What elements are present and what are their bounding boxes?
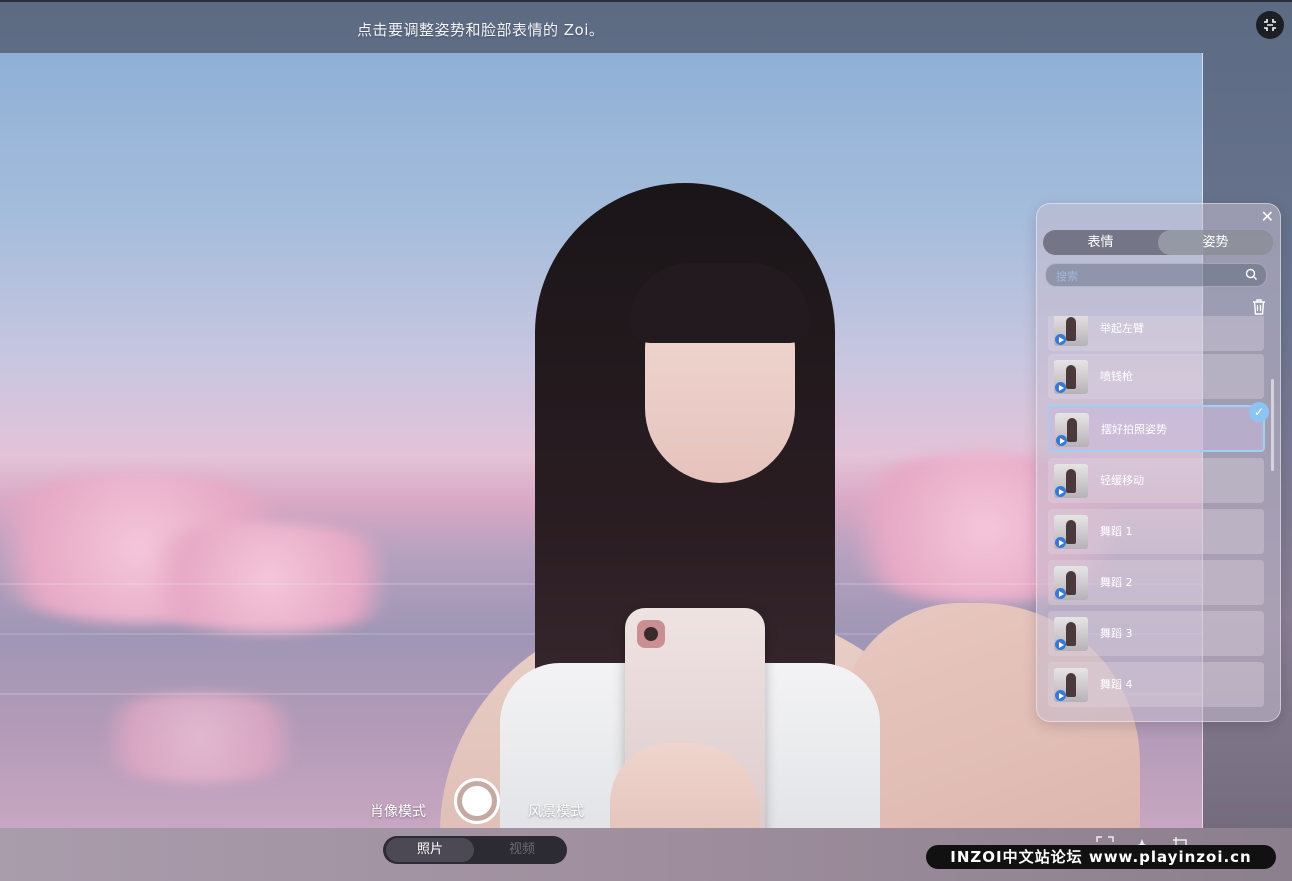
cloud-reflection [80,693,320,783]
list-item[interactable]: 舞蹈 2 [1048,560,1264,605]
pose-thumbnail [1054,668,1088,702]
tab-photo[interactable]: 照片 [386,838,474,862]
list-item[interactable]: 舞蹈 3 [1048,611,1264,656]
pose-thumbnail [1055,413,1089,447]
play-icon[interactable] [1055,537,1066,548]
list-item[interactable]: 轻缓移动 [1048,458,1264,503]
shrink-icon [1264,19,1276,31]
pose-label: 舞蹈 2 [1100,576,1133,589]
pose-thumbnail [1054,566,1088,600]
media-toggle[interactable]: 照片 视频 [383,836,567,864]
list-item-selected[interactable]: 摆好拍照姿势 [1048,405,1265,452]
play-icon[interactable] [1055,588,1066,599]
camera-viewport[interactable] [0,53,1203,828]
tab-pose[interactable]: 姿势 [1158,230,1273,255]
pose-thumbnail [1054,316,1088,346]
pose-label: 舞蹈 1 [1100,525,1133,538]
pose-label: 舞蹈 3 [1100,627,1133,640]
list-scrollbar[interactable] [1271,379,1274,471]
list-item[interactable]: 喷钱枪 [1048,354,1264,399]
search-icon[interactable] [1245,268,1258,281]
tab-expression[interactable]: 表情 [1043,230,1158,255]
search-input[interactable] [1054,266,1238,286]
pose-thumbnail [1054,464,1088,498]
play-icon[interactable] [1055,382,1066,393]
pose-label: 摆好拍照姿势 [1101,423,1167,436]
pose-thumbnail [1054,617,1088,651]
landscape-mode-label[interactable]: 风景模式 [528,801,584,821]
pose-panel: ✕ 表情 姿势 举起左臂 喷钱枪 摆好拍照姿势 轻缓移动 [1036,203,1281,722]
play-icon[interactable] [1056,435,1067,446]
play-icon[interactable] [1055,690,1066,701]
pose-label: 舞蹈 4 [1100,678,1133,691]
instruction-text: 点击要调整姿势和脸部表情的 Zoi。 [357,21,605,39]
play-icon[interactable] [1055,334,1066,345]
close-icon[interactable]: ✕ [1261,209,1274,225]
list-item[interactable]: 舞蹈 4 [1048,662,1264,707]
shutter-button[interactable] [454,778,500,824]
portrait-mode-label[interactable]: 肖像模式 [370,801,426,821]
pink-cloud [120,523,420,633]
site-watermark: INZOI中文站论坛 www.playinzoi.cn [926,845,1276,869]
check-icon: ✓ [1249,402,1269,422]
exit-fullscreen-button[interactable] [1256,11,1284,39]
pose-thumbnail [1054,515,1088,549]
pose-label: 喷钱枪 [1100,370,1133,383]
search-box [1045,263,1267,287]
pose-label: 举起左臂 [1100,322,1144,335]
tab-video[interactable]: 视频 [479,836,565,864]
window-top-edge [0,0,1292,2]
character-bangs [630,263,810,343]
list-item[interactable]: 举起左臂 [1048,316,1264,351]
list-item[interactable]: 舞蹈 1 [1048,509,1264,554]
pose-label: 轻缓移动 [1100,474,1144,487]
play-icon[interactable] [1055,486,1066,497]
panel-tabs: 表情 姿势 [1043,230,1273,255]
pose-thumbnail [1054,360,1088,394]
trash-icon[interactable] [1252,299,1266,315]
zoi-character[interactable] [420,183,1140,828]
play-icon[interactable] [1055,639,1066,650]
pose-list: 举起左臂 喷钱枪 摆好拍照姿势 轻缓移动 舞蹈 1 舞蹈 2 舞蹈 3 舞蹈 4 [1048,316,1266,712]
phone-camera [637,620,665,648]
